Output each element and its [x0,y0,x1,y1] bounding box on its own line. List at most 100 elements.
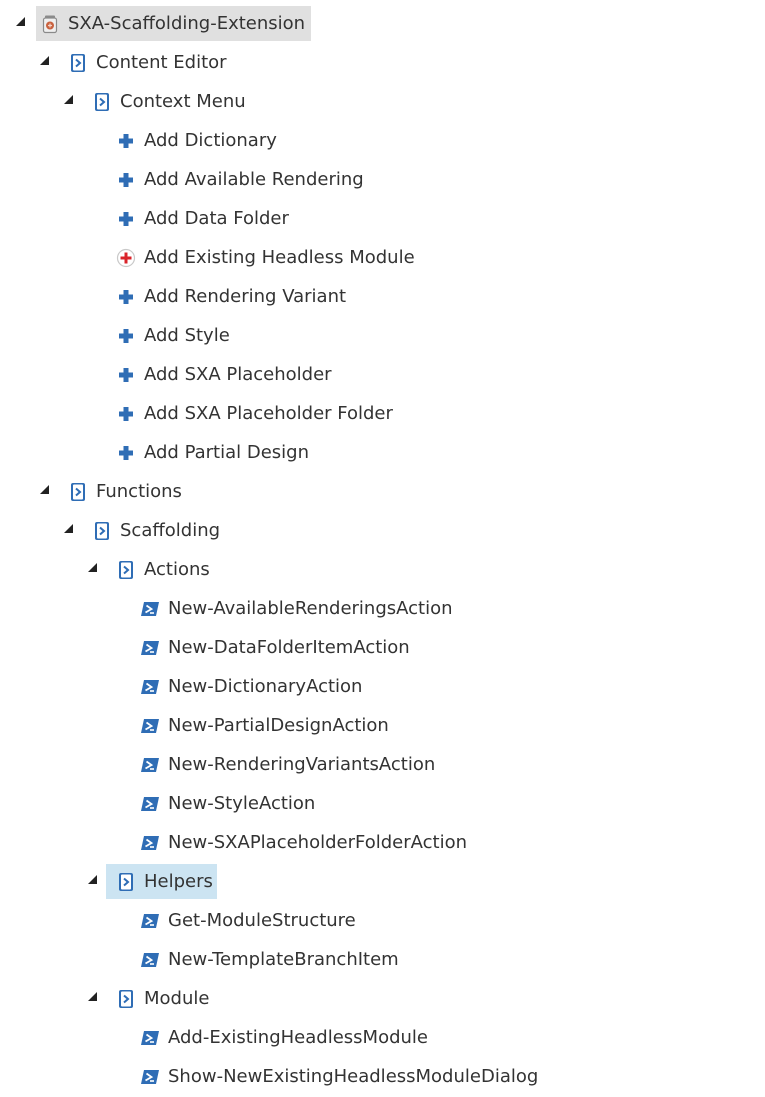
tree-node-label: Add Rendering Variant [144,285,347,307]
powershell-library-icon [92,92,112,112]
tree-node-label: New-DictionaryAction [168,675,363,697]
tree-node-helpers[interactable]: Helpers [106,864,217,899]
tree-node-label: Get-ModuleStructure [168,909,356,931]
tree-node-label: New-PartialDesignAction [168,714,389,736]
tree-node-add-sxa-placeholder[interactable]: Add SXA Placeholder [112,357,338,392]
tree-node-label: Content Editor [96,51,227,73]
expand-collapse-toggle[interactable] [40,485,49,494]
tree-node-get-modulestructure[interactable]: Get-ModuleStructure [136,903,362,938]
tree-node-label: Module [144,987,210,1009]
tree-node-add-data-folder[interactable]: Add Data Folder [112,201,295,236]
tree-node-label: Add Partial Design [144,441,310,463]
tree-node-label: Add SXA Placeholder [144,363,332,385]
blue-plus-icon [116,287,136,307]
expand-collapse-toggle[interactable] [64,95,73,104]
blue-plus-icon [116,365,136,385]
powershell-library-icon [116,560,136,580]
tree-row-script: New-RenderingVariantsAction [0,745,765,784]
tree-node-label: SXA-Scaffolding-Extension [68,12,306,34]
tree-node-label: Add Data Folder [144,207,289,229]
tree-node-label: Functions [96,480,182,502]
tree-row-script: New-DataFolderItemAction [0,628,765,667]
content-tree: SXA-Scaffolding-Extension Content Editor… [0,4,765,1096]
tree-row-script: New-TemplateBranchItem [0,940,765,979]
expand-collapse-toggle[interactable] [88,992,97,1001]
tree-node-label: New-DataFolderItemAction [168,636,410,658]
tree-row-helpers: Helpers [0,862,765,901]
red-plus-circle-icon [116,248,136,268]
tree-node-add-available-rendering[interactable]: Add Available Rendering [112,162,370,197]
expand-collapse-toggle[interactable] [64,524,73,533]
tree-row-actions: Actions [0,550,765,589]
expand-collapse-toggle[interactable] [16,17,25,26]
tree-node-add-partial-design[interactable]: Add Partial Design [112,435,315,470]
blue-plus-icon [116,131,136,151]
module-jar-icon [40,14,60,34]
powershell-script-icon [140,794,160,814]
tree-node-label: Scaffolding [120,519,221,541]
tree-node-new-datafolderitemaction[interactable]: New-DataFolderItemAction [136,630,416,665]
tree-node-label: Add-ExistingHeadlessModule [168,1026,428,1048]
powershell-script-icon [140,677,160,697]
tree-row-context-menu-item: Add Style [0,316,765,355]
tree-node-new-templatebranchitem[interactable]: New-TemplateBranchItem [136,942,405,977]
tree-node-label: Add Available Rendering [144,168,364,190]
blue-plus-icon [116,404,136,424]
tree-node-add-existing-headless-module[interactable]: Add Existing Headless Module [112,240,421,275]
blue-plus-icon [116,443,136,463]
powershell-script-icon [140,833,160,853]
powershell-script-icon [140,950,160,970]
powershell-library-icon [68,53,88,73]
tree-node-new-sxaplaceholderfolderaction[interactable]: New-SXAPlaceholderFolderAction [136,825,473,860]
tree-node-new-partialdesignaction[interactable]: New-PartialDesignAction [136,708,395,743]
tree-row-context-menu-item: Add Rendering Variant [0,277,765,316]
tree-node-label: Add Style [144,324,230,346]
tree-node-add-dictionary[interactable]: Add Dictionary [112,123,283,158]
tree-node-new-renderingvariantsaction[interactable]: New-RenderingVariantsAction [136,747,441,782]
powershell-script-icon [140,638,160,658]
tree-node-new-dictionaryaction[interactable]: New-DictionaryAction [136,669,368,704]
expand-collapse-toggle[interactable] [88,875,97,884]
tree-node-module[interactable]: Module [112,981,215,1016]
tree-node-sxa-scaffolding-extension[interactable]: SXA-Scaffolding-Extension [36,6,312,41]
tree-node-label: New-TemplateBranchItem [168,948,399,970]
blue-plus-icon [116,326,136,346]
tree-node-add-style[interactable]: Add Style [112,318,236,353]
expand-collapse-toggle[interactable] [40,56,49,65]
tree-row-context-menu-item: Add SXA Placeholder Folder [0,394,765,433]
tree-node-label: Actions [144,558,210,580]
powershell-script-icon [140,1028,160,1048]
tree-row-script: New-DictionaryAction [0,667,765,706]
tree-node-label: Context Menu [120,90,246,112]
tree-row-root: SXA-Scaffolding-Extension [0,4,765,43]
tree-node-context-menu[interactable]: Context Menu [88,84,252,119]
tree-row-script: New-SXAPlaceholderFolderAction [0,823,765,862]
tree-node-new-styleaction[interactable]: New-StyleAction [136,786,321,821]
tree-node-label: New-SXAPlaceholderFolderAction [168,831,468,853]
tree-node-functions[interactable]: Functions [64,474,188,509]
tree-node-label: Helpers [144,870,213,892]
tree-node-show-newexistingheadlessmoduledialog[interactable]: Show-NewExistingHeadlessModuleDialog [136,1059,544,1094]
tree-node-label: New-RenderingVariantsAction [168,753,436,775]
tree-node-add-existingheadlessmodule[interactable]: Add-ExistingHeadlessModule [136,1020,434,1055]
powershell-library-icon [116,872,136,892]
tree-node-content-editor[interactable]: Content Editor [64,45,233,80]
tree-node-actions[interactable]: Actions [112,552,216,587]
tree-row-script: Get-ModuleStructure [0,901,765,940]
tree-row-context-menu-item: Add Dictionary [0,121,765,160]
powershell-script-icon [140,1067,160,1087]
tree-node-add-rendering-variant[interactable]: Add Rendering Variant [112,279,352,314]
tree-row-context-menu-item: Add Partial Design [0,433,765,472]
powershell-library-icon [116,989,136,1009]
tree-row-script: New-PartialDesignAction [0,706,765,745]
expand-collapse-toggle[interactable] [88,563,97,572]
powershell-script-icon [140,599,160,619]
powershell-library-icon [68,482,88,502]
tree-row-module: Module [0,979,765,1018]
blue-plus-icon [116,209,136,229]
tree-node-label: Add SXA Placeholder Folder [144,402,393,424]
tree-node-scaffolding[interactable]: Scaffolding [88,513,226,548]
tree-node-add-sxa-placeholder-folder[interactable]: Add SXA Placeholder Folder [112,396,399,431]
tree-node-new-availablerenderingsaction[interactable]: New-AvailableRenderingsAction [136,591,459,626]
powershell-script-icon [140,716,160,736]
